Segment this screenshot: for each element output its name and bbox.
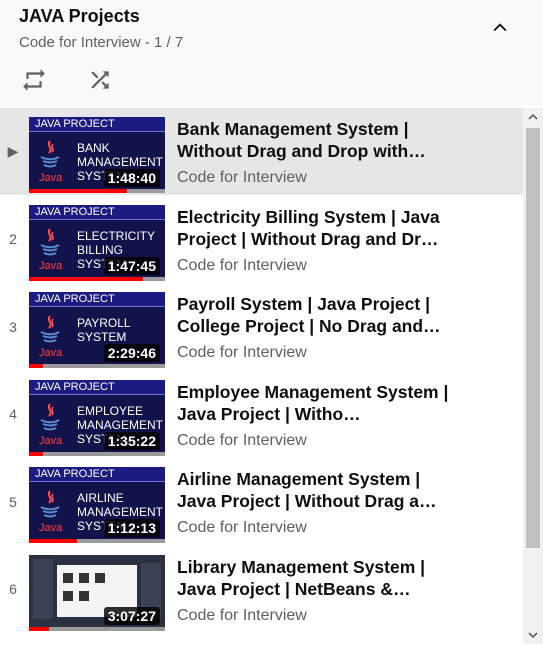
- shuffle-button[interactable]: [82, 62, 118, 98]
- progress-track: [29, 626, 165, 631]
- java-logo-icon: [40, 402, 60, 430]
- watch-progress: [29, 364, 43, 368]
- collapse-button[interactable]: [482, 12, 518, 44]
- shuffle-icon: [91, 71, 109, 89]
- video-title[interactable]: Electricity Billing System | Java Projec…: [177, 206, 457, 250]
- java-logo-icon: [40, 227, 60, 255]
- scroll-down-button[interactable]: [523, 626, 543, 644]
- video-duration: 1:48:40: [103, 169, 160, 187]
- thumbnail-banner: JAVA PROJECT: [29, 204, 165, 220]
- thumbnail-banner: JAVA PROJECT: [29, 379, 165, 395]
- chevron-down-icon: [528, 632, 538, 639]
- java-label: Java: [39, 434, 63, 447]
- watch-progress: [29, 626, 49, 631]
- loop-icon: [23, 69, 45, 91]
- playlist-items: ▶ JAVA PROJECT Java BANK MANAGEMENT SYST…: [0, 108, 523, 644]
- channel-name[interactable]: Code for Interview: [177, 519, 307, 537]
- channel-name[interactable]: Code for Interview: [177, 607, 307, 625]
- scrollbar[interactable]: [523, 108, 543, 644]
- video-thumbnail[interactable]: JAVA PROJECT Java AIRLINE MANAGEMENT SYS…: [29, 467, 165, 543]
- thumbnail-text: PAYROLL SYSTEM: [77, 316, 131, 344]
- playlist-item[interactable]: 5 JAVA PROJECT Java AIRLINE MANAGEMENT S…: [0, 458, 523, 545]
- scrollbar-thumb[interactable]: [526, 128, 540, 548]
- playlist-item[interactable]: 4 JAVA PROJECT Java EMPLOYEE MANAGEMENT …: [0, 371, 523, 458]
- video-thumbnail[interactable]: JAVA PROJECT Java EMPLOYEE MANAGEMENT SY…: [29, 379, 165, 456]
- scroll-up-button[interactable]: [523, 108, 543, 126]
- video-title[interactable]: Payroll System | Java Project | College …: [177, 293, 457, 337]
- item-index: ▶: [7, 143, 19, 159]
- chevron-up-icon: [528, 113, 538, 120]
- video-thumbnail[interactable]: JAVA PROJECT Java PAYROLL SYSTEM 2:29:46: [29, 292, 165, 368]
- java-label: Java: [39, 347, 63, 359]
- watch-progress: [29, 276, 143, 281]
- item-index: 6: [9, 581, 17, 597]
- video-title[interactable]: Library Management System | Java Project…: [177, 556, 457, 600]
- channel-name[interactable]: Code for Interview: [177, 169, 307, 187]
- playlist-item[interactable]: 3 JAVA PROJECT Java PAYROLL SYSTEM 2:29:…: [0, 283, 523, 370]
- playlist-header: JAVA Projects Code for Interview - 1 / 7: [0, 0, 543, 106]
- thumbnail-banner: JAVA PROJECT: [29, 292, 165, 307]
- java-logo-icon: [40, 140, 60, 168]
- watch-progress: [29, 189, 127, 193]
- channel-name[interactable]: Code for Interview: [177, 257, 307, 275]
- playlist-item[interactable]: 6 3:07:27 Library Management System | Ja…: [0, 546, 523, 633]
- video-title[interactable]: Employee Management System | Java Projec…: [177, 381, 457, 425]
- playlist-subtitle: Code for Interview - 1 / 7: [19, 34, 184, 51]
- playlist-title: JAVA Projects: [19, 6, 140, 26]
- video-duration: 1:47:45: [103, 256, 160, 275]
- item-index: 4: [9, 406, 17, 422]
- item-index: 5: [9, 493, 17, 510]
- progress-track: [29, 364, 165, 368]
- video-duration: 3:07:27: [103, 606, 160, 625]
- video-duration: 2:29:46: [103, 344, 160, 362]
- thumbnail-banner: JAVA PROJECT: [29, 467, 165, 482]
- video-thumbnail[interactable]: JAVA PROJECT Java BANK MANAGEMENT SYSTEM…: [29, 117, 165, 193]
- java-label: Java: [39, 259, 63, 272]
- video-thumbnail[interactable]: JAVA PROJECT Java ELECTRICITY BILLING SY…: [29, 204, 165, 281]
- video-title[interactable]: Airline Management System | Java Project…: [177, 468, 457, 512]
- playlist-item[interactable]: 2 JAVA PROJECT Java ELECTRICITY BILLING …: [0, 196, 523, 283]
- progress-track: [29, 451, 165, 456]
- item-index: 3: [9, 318, 17, 335]
- playlist-item[interactable]: ▶ JAVA PROJECT Java BANK MANAGEMENT SYST…: [0, 108, 523, 195]
- channel-name[interactable]: Code for Interview: [177, 432, 307, 450]
- java-logo-icon: [40, 315, 60, 343]
- channel-name[interactable]: Code for Interview: [177, 344, 307, 362]
- chevron-up-icon: [493, 23, 507, 32]
- video-title[interactable]: Bank Management System | Without Drag an…: [177, 118, 457, 162]
- video-thumbnail[interactable]: 3:07:27: [29, 554, 165, 631]
- video-duration: 1:12:13: [103, 519, 160, 537]
- thumbnail-banner: JAVA PROJECT: [29, 117, 165, 132]
- java-label: Java: [39, 172, 63, 184]
- loop-button[interactable]: [16, 62, 52, 98]
- item-index: 2: [9, 231, 17, 247]
- watch-progress: [29, 539, 77, 543]
- java-label: Java: [39, 522, 63, 534]
- video-duration: 1:35:22: [103, 431, 160, 450]
- java-logo-icon: [40, 490, 60, 518]
- watch-progress: [29, 451, 43, 456]
